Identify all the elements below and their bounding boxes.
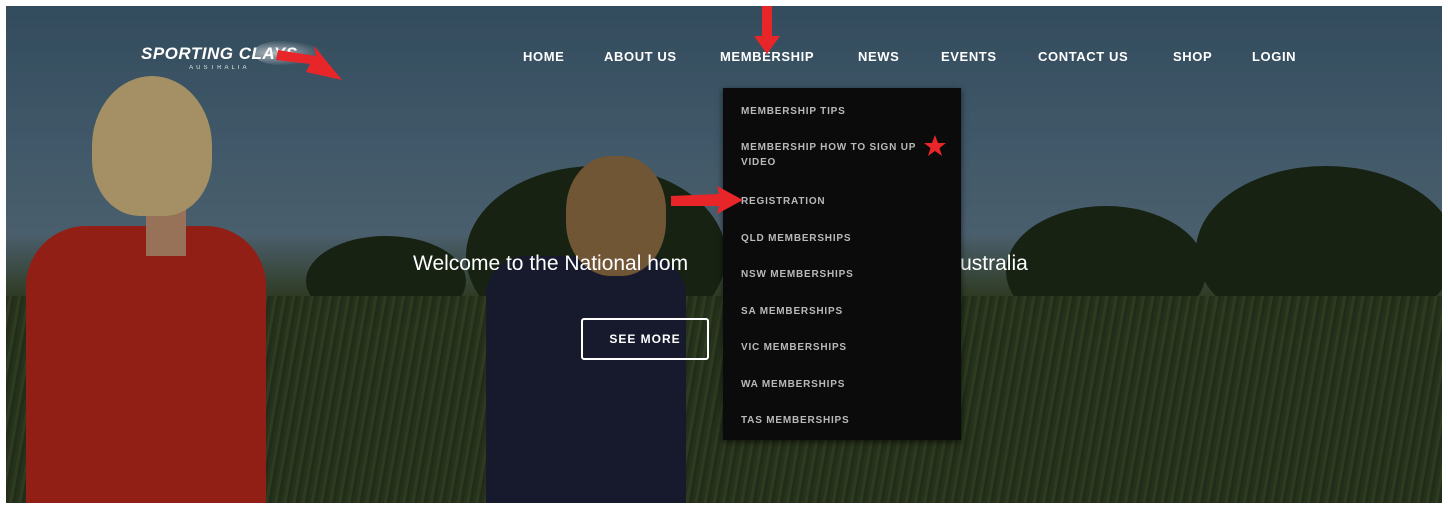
menu-item-nsw-memberships[interactable]: NSW MEMBERSHIPS bbox=[741, 267, 941, 282]
nav-login[interactable]: LOGIN bbox=[1252, 49, 1296, 64]
menu-item-membership-tips[interactable]: MEMBERSHIP TIPS bbox=[741, 104, 941, 119]
arrow-logo-icon bbox=[276, 46, 342, 80]
menu-item-vic-memberships[interactable]: VIC MEMBERSHIPS bbox=[741, 340, 941, 355]
nav-home[interactable]: HOME bbox=[523, 49, 564, 64]
page-frame: SPORTING CLAYS AUSTRALIA HOME ABOUT US M… bbox=[6, 6, 1442, 503]
nav-about-us[interactable]: ABOUT US bbox=[604, 49, 677, 64]
nav-news[interactable]: NEWS bbox=[858, 49, 899, 64]
menu-item-tas-memberships[interactable]: TAS MEMBERSHIPS bbox=[741, 413, 941, 428]
welcome-text-left: Welcome to the National hom bbox=[413, 252, 689, 275]
menu-item-sa-memberships[interactable]: SA MEMBERSHIPS bbox=[741, 304, 941, 319]
arrow-membership-icon bbox=[754, 6, 780, 54]
menu-item-wa-memberships[interactable]: WA MEMBERSHIPS bbox=[741, 377, 941, 392]
nav-events[interactable]: EVENTS bbox=[941, 49, 997, 64]
main-nav: HOME ABOUT US MEMBERSHIP NEWS EVENTS CON… bbox=[6, 49, 1442, 69]
see-more-button[interactable]: SEE MORE bbox=[581, 318, 709, 360]
nav-shop[interactable]: SHOP bbox=[1173, 49, 1212, 64]
nav-contact-us[interactable]: CONTACT US bbox=[1038, 49, 1128, 64]
arrow-registration-icon bbox=[671, 186, 743, 214]
menu-item-registration[interactable]: REGISTRATION bbox=[741, 194, 941, 209]
menu-item-qld-memberships[interactable]: QLD MEMBERSHIPS bbox=[741, 231, 941, 246]
star-icon bbox=[924, 135, 946, 156]
menu-item-sign-up-video[interactable]: MEMBERSHIP HOW TO SIGN UP VIDEO bbox=[741, 140, 926, 170]
